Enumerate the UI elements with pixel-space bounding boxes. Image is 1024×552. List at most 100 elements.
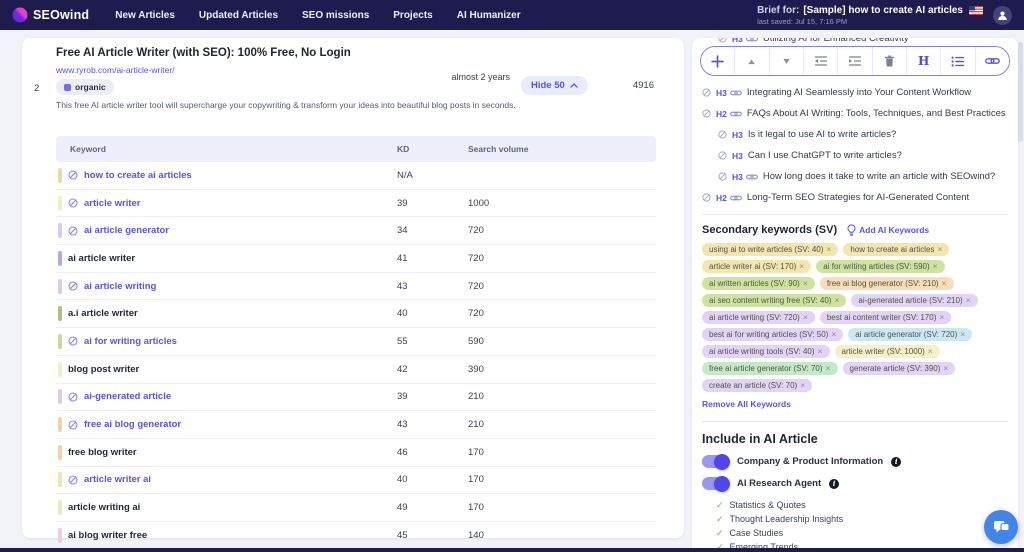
exclude-keyword-icon[interactable] [68, 336, 78, 347]
keyword-chip: ai for writing articles (SV: 590) × [816, 260, 945, 273]
exclude-heading-icon[interactable] [702, 193, 711, 202]
exclude-keyword-icon[interactable] [68, 392, 78, 402]
exclude-keyword-icon[interactable] [68, 475, 78, 485]
keyword-cell[interactable]: article writer ai [84, 474, 151, 485]
indent-button[interactable] [838, 47, 873, 75]
keyword-chip: article writer ai (SV: 170) × [702, 260, 812, 273]
navbar-right: Brief for: [Sample] how to create AI art… [757, 5, 1012, 26]
remove-chip-icon[interactable]: × [803, 313, 808, 322]
delete-button[interactable] [872, 47, 907, 75]
keyword-cell[interactable]: ai article generator [84, 225, 169, 236]
keyword-cell[interactable]: free ai blog generator [84, 419, 181, 430]
table-row: ai article generator 34 720 [56, 217, 656, 246]
remove-chip-icon[interactable]: × [928, 347, 933, 356]
remove-chip-icon[interactable]: × [818, 347, 823, 356]
volume-cell: 210 [468, 391, 484, 403]
intent-color-bar [58, 333, 62, 349]
move-up-button[interactable] [735, 47, 770, 75]
keyword-cell[interactable]: ai-generated article [84, 391, 171, 402]
hide-keywords-button[interactable]: Hide 50 [521, 76, 588, 95]
remove-chip-icon[interactable]: × [942, 279, 947, 288]
nav-item[interactable]: New Articles [115, 10, 175, 21]
outline-item[interactable]: H3 How long does it take to write an art… [692, 166, 1018, 187]
heading-level-badge: H3 [732, 38, 743, 44]
exclude-heading-icon[interactable] [702, 88, 711, 97]
toggle-switch[interactable] [702, 475, 730, 492]
keyword-cell[interactable]: ai article writing [84, 281, 156, 292]
exclude-keyword-icon[interactable] [68, 226, 78, 236]
table-row: ai for writing articles 55 590 [56, 328, 656, 356]
scrollbar[interactable] [1018, 42, 1023, 142]
keyword-cell[interactable]: article writer [84, 198, 141, 209]
nav-item[interactable]: AI Humanizer [457, 10, 521, 21]
info-icon[interactable]: i [829, 478, 840, 489]
remove-chip-icon[interactable]: × [826, 245, 831, 254]
brief-outline-panel: H3 Utilizing AI for Enhanced Creativity … [692, 38, 1018, 552]
chip-label: ai seo content writing free (SV: 40) [709, 296, 832, 305]
remove-chip-icon[interactable]: × [960, 330, 965, 339]
intent-color-bar [58, 278, 62, 294]
intent-color-bar [58, 306, 62, 322]
outline-item[interactable]: H3 Can I use ChatGPT to write articles? [692, 145, 1018, 166]
result-title-link[interactable]: Free AI Article Writer (with SEO): 100% … [56, 47, 351, 59]
outline-item[interactable]: H3 Integrating AI Seamlessly into Your C… [692, 82, 1018, 103]
link-button[interactable] [975, 47, 1009, 75]
outline-text: Can I use ChatGPT to write articles? [747, 150, 902, 161]
heading-button[interactable]: H [906, 47, 942, 75]
volume-cell: 210 [468, 419, 484, 431]
keyword-chip: generate article (SV: 390) × [842, 362, 956, 375]
remove-chip-icon[interactable]: × [803, 279, 808, 288]
keyword-cell[interactable]: ai for writing articles [84, 336, 177, 347]
move-down-button[interactable] [769, 47, 804, 75]
keyword-cell: article writing ai [68, 502, 141, 514]
remove-chip-icon[interactable]: × [826, 364, 831, 373]
exclude-heading-icon[interactable] [702, 109, 711, 118]
exclude-keyword-icon[interactable] [68, 170, 78, 180]
toggle-switch[interactable] [702, 453, 730, 470]
remove-chip-icon[interactable]: × [937, 245, 942, 254]
exclude-keyword-icon[interactable] [68, 419, 78, 430]
remove-chip-icon[interactable]: × [800, 381, 805, 390]
user-avatar[interactable] [993, 5, 1012, 25]
remove-chip-icon[interactable]: × [834, 296, 839, 305]
outline-item[interactable]: H2 Long-Term SEO Strategies for AI-Gener… [692, 187, 1018, 208]
keyword-cell[interactable]: how to create ai articles [84, 170, 192, 181]
info-icon[interactable]: i [891, 456, 902, 467]
nav-item[interactable]: Projects [393, 10, 432, 21]
exclude-keyword-icon[interactable] [68, 281, 78, 291]
result-description: This free AI article writer tool will su… [56, 100, 516, 110]
bullet-list-button[interactable] [941, 47, 976, 75]
exclude-heading-icon[interactable] [718, 130, 727, 139]
keyword-chip: free ai article generator (SV: 70) × [702, 362, 838, 375]
top-navbar: SEOwind New Articles Updated Articles SEO … [0, 0, 1024, 30]
remove-all-keywords-link[interactable]: Remove All Keywords [702, 399, 791, 409]
kd-cell: 43 [397, 280, 408, 292]
remove-chip-icon[interactable]: × [799, 262, 804, 271]
chat-widget-button[interactable] [984, 510, 1018, 544]
remove-chip-icon[interactable]: × [939, 313, 944, 322]
link-icon [745, 173, 758, 181]
add-ai-keywords-link[interactable]: Add AI Keywords [847, 224, 929, 236]
exclude-keyword-icon[interactable] [68, 198, 78, 208]
nav-item[interactable]: SEO missions [302, 10, 369, 21]
exclude-heading-icon[interactable] [718, 38, 727, 43]
remove-chip-icon[interactable]: × [943, 364, 948, 373]
outdent-button[interactable] [803, 47, 839, 75]
result-url-link[interactable]: www.ryrob.com/ai-article-writer/ [56, 65, 175, 75]
add-button[interactable] [701, 47, 736, 75]
kd-cell: 40 [397, 308, 408, 320]
keyword-chip: ai article writing tools (SV: 40) × [702, 345, 830, 358]
brand-logo[interactable]: SEOwind [12, 7, 89, 23]
intent-color-bar [58, 500, 62, 516]
outline-item[interactable]: H2 FAQs About AI Writing: Tools, Techniq… [692, 103, 1018, 124]
user-avatar-icon [998, 11, 1007, 20]
nav-item[interactable]: Updated Articles [199, 10, 278, 21]
exclude-heading-icon[interactable] [718, 172, 727, 181]
remove-chip-icon[interactable]: × [966, 296, 971, 305]
outline-item[interactable]: H3 Is it legal to use AI to write articl… [692, 124, 1018, 145]
remove-chip-icon[interactable]: × [933, 262, 938, 271]
volume-cell: 170 [468, 502, 484, 514]
exclude-heading-icon[interactable] [718, 151, 727, 160]
remove-chip-icon[interactable]: × [831, 330, 836, 339]
table-row: blog post writer 42 390 [56, 356, 656, 384]
